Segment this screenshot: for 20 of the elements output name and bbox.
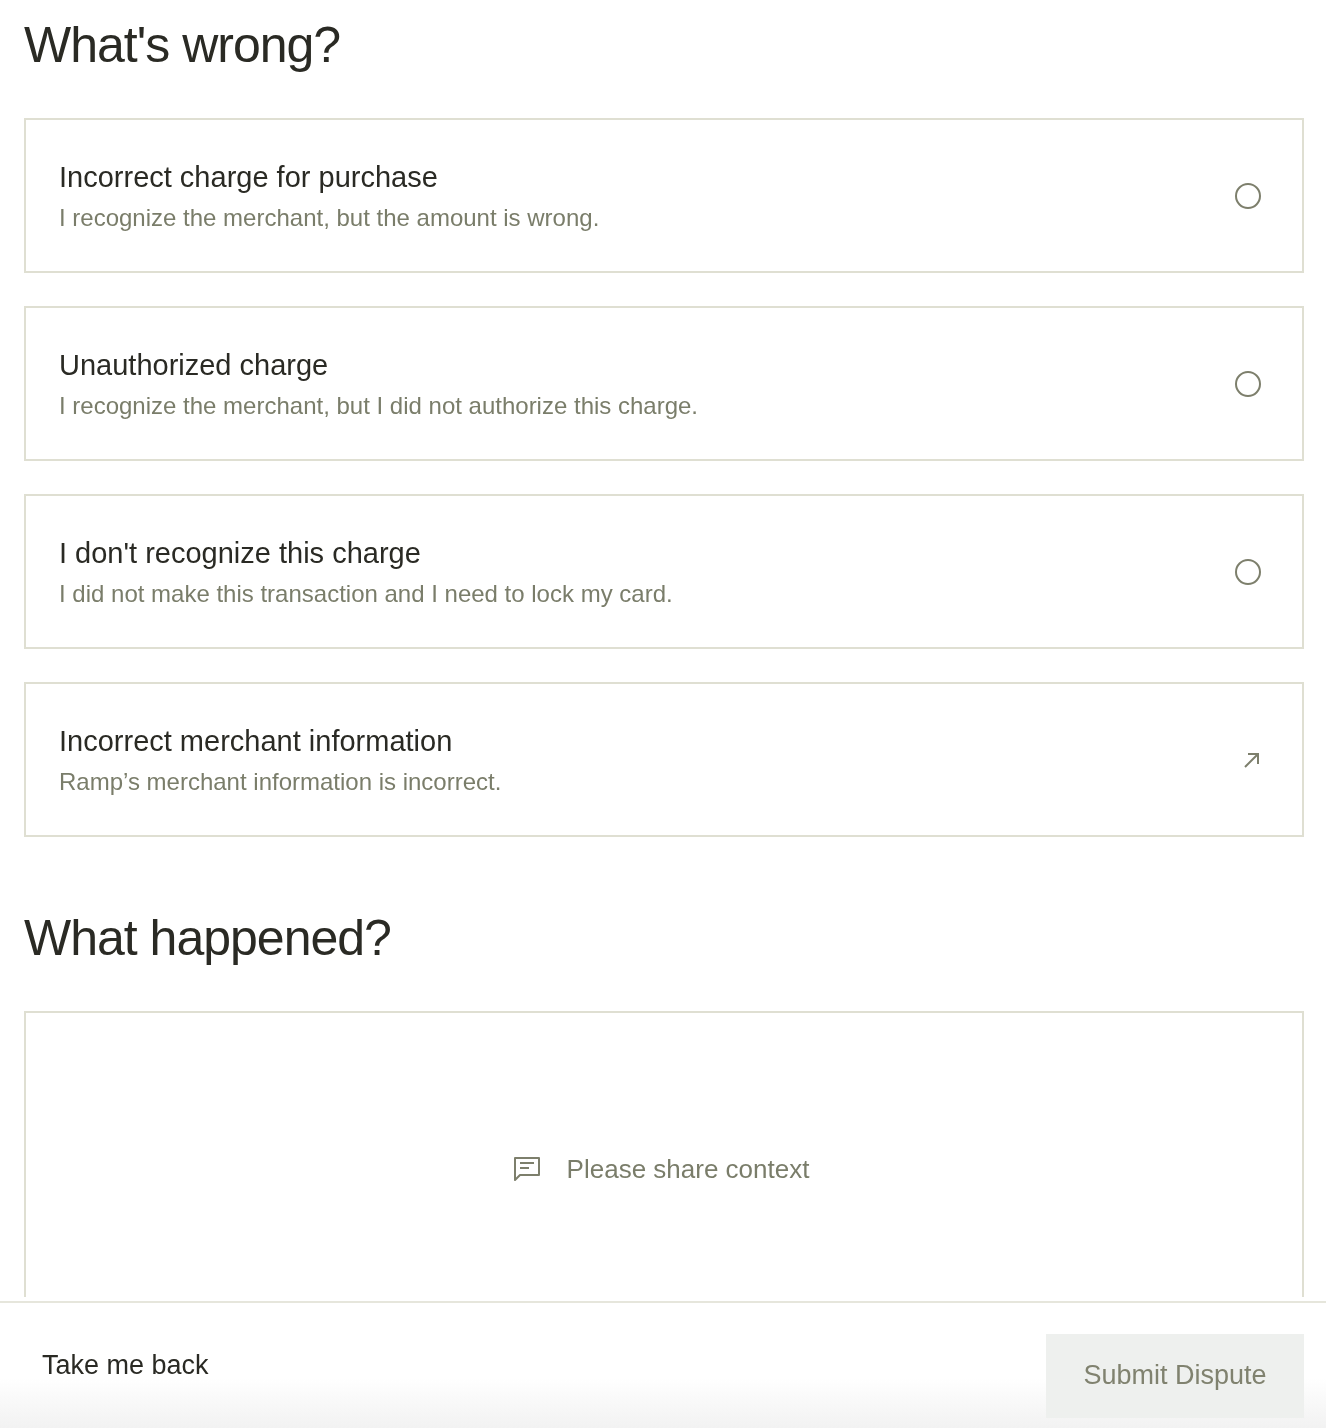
radio-button[interactable]: [1234, 369, 1262, 398]
option-card[interactable]: Unauthorized charge I recognize the merchant, but I did not authorize this charge.: [24, 306, 1304, 461]
option-card[interactable]: I don't recognize this charge I did not make this transaction and I need to lock my card.: [24, 494, 1304, 649]
back-button[interactable]: Take me back: [42, 1350, 209, 1381]
option-description: Ramp’s merchant information is incorrect.: [59, 766, 503, 797]
context-field[interactable]: Please share context: [24, 1011, 1304, 1297]
radio-button[interactable]: [1234, 557, 1262, 586]
option-title: I don't recognize this charge: [59, 535, 422, 571]
option-title: Incorrect charge for purchase: [59, 159, 439, 195]
option-title: Unauthorized charge: [59, 347, 330, 383]
radio-button[interactable]: [1234, 181, 1262, 210]
section-heading: What happened?: [24, 909, 392, 967]
option-card[interactable]: Incorrect merchant information Ramp’s merchant information is incorrect.: [24, 682, 1304, 837]
option-description: I did not make this transaction and I need to lock my card.: [59, 578, 674, 609]
option-description: I recognize the merchant, but I did not authorize this charge.: [59, 390, 700, 421]
option-card[interactable]: Incorrect charge for purchase I recognize the merchant, but the amount is wrong.: [24, 118, 1304, 273]
option-description: I recognize the merchant, but the amount is wrong.: [59, 202, 601, 233]
option-title: Incorrect merchant information: [59, 723, 454, 759]
message-icon: [512, 1154, 542, 1184]
section-heading: What's wrong?: [24, 16, 342, 74]
